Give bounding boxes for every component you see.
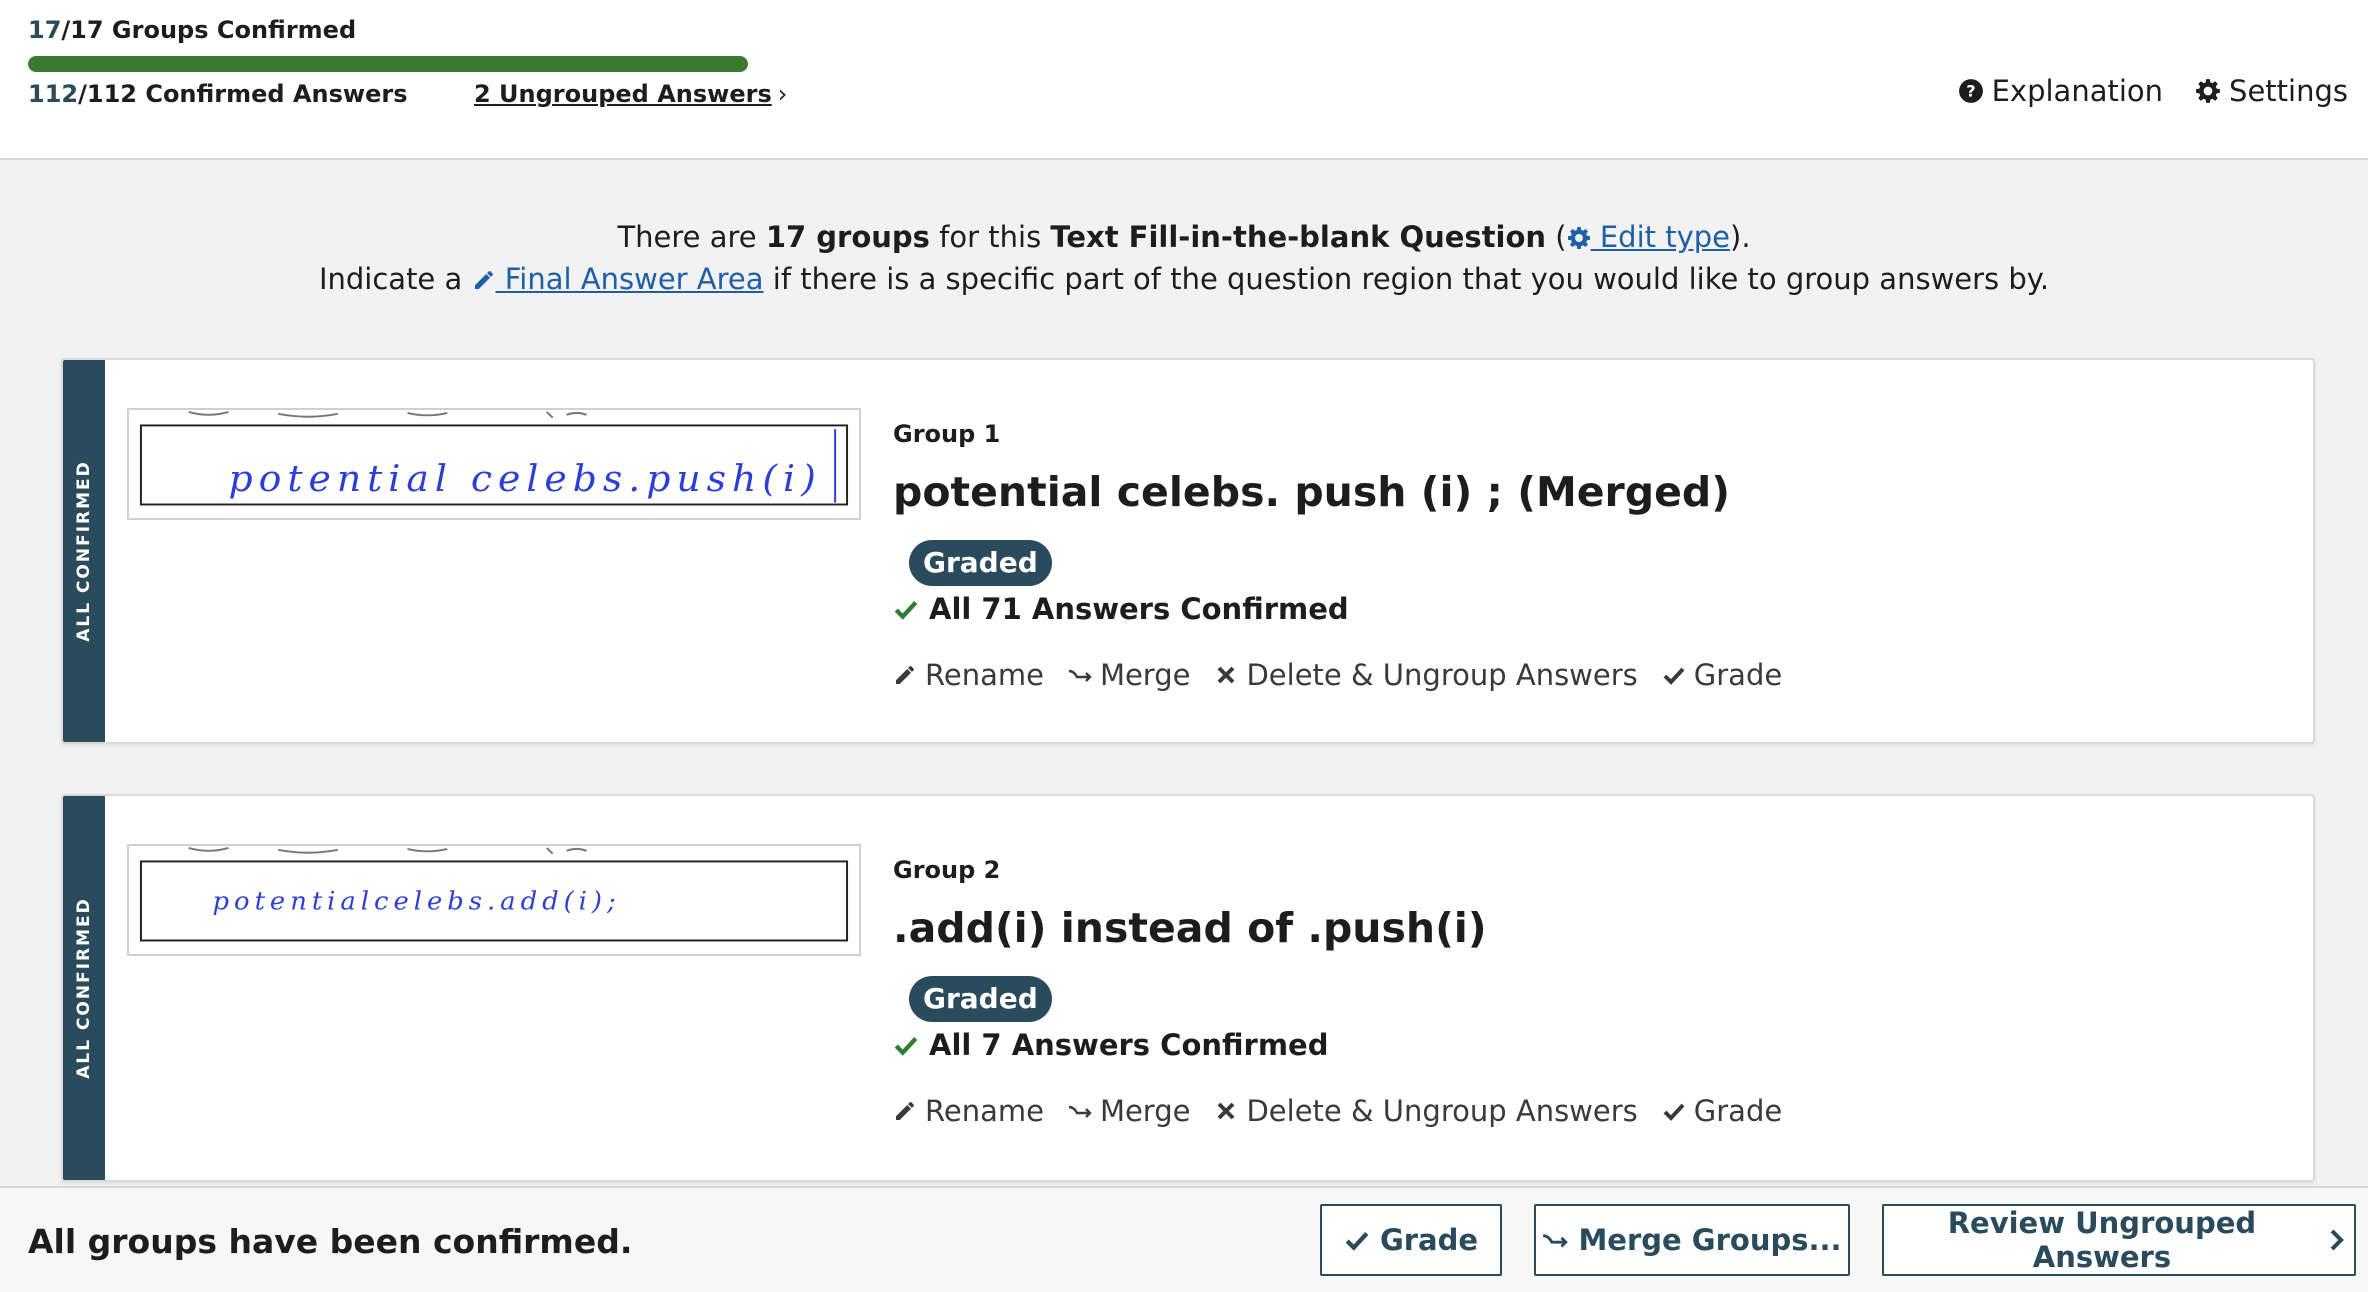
group-label: Group 1 xyxy=(893,420,1001,448)
merge-groups-label: Merge Groups... xyxy=(1578,1223,1842,1257)
status-label: ALL CONFIRMED xyxy=(74,897,94,1079)
intro-text-part: for this xyxy=(929,220,1051,254)
answers-confirmed-status: All 7 Answers Confirmed xyxy=(893,1028,1328,1062)
merge-icon xyxy=(1068,1105,1092,1118)
rename-label: Rename xyxy=(925,658,1044,692)
ungrouped-answers-link-label: 2 Ungrouped Answers xyxy=(474,80,772,108)
intro-text-part: ( xyxy=(1546,220,1567,254)
rename-button[interactable]: Rename xyxy=(893,1094,1044,1128)
final-answer-area-link[interactable]: Final Answer Area xyxy=(472,262,764,296)
merge-label: Merge xyxy=(1099,1094,1191,1128)
merge-groups-button[interactable]: Merge Groups... xyxy=(1534,1204,1850,1276)
group-actions: Rename Merge Delete & Ungroup Answers Gr… xyxy=(893,1094,1782,1128)
intro-text-part: if there is a specific part of the quest… xyxy=(763,262,2050,296)
footer-grade-button[interactable]: Grade xyxy=(1320,1204,1502,1276)
top-header: 17/17 Groups Confirmed 112/112 Confirmed… xyxy=(0,0,2368,160)
groups-confirmed-number: 17 xyxy=(28,16,62,44)
delete-ungroup-button[interactable]: Delete & Ungroup Answers xyxy=(1214,1094,1638,1128)
grade-label: Grade xyxy=(1693,658,1783,692)
pencil-icon xyxy=(896,666,914,684)
group-label: Group 2 xyxy=(893,856,1001,884)
chevron-right-icon xyxy=(2330,1229,2344,1251)
edit-type-label: Edit type xyxy=(1590,220,1731,254)
grade-button[interactable]: Grade xyxy=(1662,1094,1782,1128)
groups-progress-fill xyxy=(28,56,748,72)
handwriting-text: potentialcelebs.add(i); xyxy=(213,887,621,917)
checkmark-icon xyxy=(1663,1103,1685,1121)
answers-confirmed-label: /112 Confirmed Answers xyxy=(78,80,408,108)
checkmark-icon xyxy=(894,601,918,620)
merge-button[interactable]: Merge xyxy=(1068,658,1191,692)
confirmed-text: All 71 Answers Confirmed xyxy=(929,592,1349,626)
groups-confirmed-count: 17/17 Groups Confirmed xyxy=(28,16,356,44)
explanation-button[interactable]: ? Explanation xyxy=(1958,74,2163,108)
group-actions: Rename Merge Delete & Ungroup Answers Gr… xyxy=(893,658,1782,692)
edit-type-link[interactable]: Edit type xyxy=(1567,220,1730,254)
chevron-right-icon: › xyxy=(777,80,788,108)
final-answer-area-label: Final Answer Area xyxy=(495,262,764,296)
delete-ungroup-label: Delete & Ungroup Answers xyxy=(1246,1094,1638,1128)
question-type: Text Fill-in-the-blank Question xyxy=(1050,220,1547,254)
answer-thumbnail[interactable]: potential celebs.push(i) xyxy=(127,408,861,520)
settings-label: Settings xyxy=(2229,74,2348,108)
intro-text-part: There are xyxy=(617,220,766,254)
merge-label: Merge xyxy=(1099,658,1191,692)
gear-icon xyxy=(2196,79,2220,103)
answers-confirmed-number: 112 xyxy=(28,80,79,108)
rename-label: Rename xyxy=(925,1094,1044,1128)
review-ungrouped-label: Review Ungrouped Answers xyxy=(1947,1206,2257,1274)
intro-line-2: Indicate a Final Answer Area if there is… xyxy=(0,258,2368,300)
intro-line-1: There are 17 groups for this Text Fill-i… xyxy=(0,216,2368,258)
delete-ungroup-button[interactable]: Delete & Ungroup Answers xyxy=(1214,658,1638,692)
answers-confirmed-count: 112/112 Confirmed Answers xyxy=(28,80,407,108)
confirmed-text: All 7 Answers Confirmed xyxy=(929,1028,1329,1062)
svg-text:?: ? xyxy=(1966,81,1975,100)
merge-button[interactable]: Merge xyxy=(1068,1094,1191,1128)
merge-icon xyxy=(1068,669,1092,682)
groups-progress-bar xyxy=(28,56,748,72)
explanation-label: Explanation xyxy=(1991,74,2164,108)
close-icon xyxy=(1218,1102,1235,1120)
checkmark-icon xyxy=(1663,667,1685,685)
ungrouped-answers-link[interactable]: 2 Ungrouped Answers › xyxy=(474,80,787,108)
graded-badge: Graded xyxy=(909,976,1052,1022)
review-ungrouped-button[interactable]: Review Ungrouped Answers xyxy=(1882,1204,2356,1276)
grade-button[interactable]: Grade xyxy=(1662,658,1782,692)
merge-icon xyxy=(1543,1234,1569,1248)
handwriting-text: potential celebs.push(i) xyxy=(228,457,821,500)
status-label: ALL CONFIRMED xyxy=(74,460,94,642)
bottom-bar: All groups have been confirmed. Grade Me… xyxy=(0,1186,2368,1292)
confirmation-message: All groups have been confirmed. xyxy=(28,1222,633,1261)
handwriting-image: potential celebs.push(i) xyxy=(139,411,849,506)
footer-grade-label: Grade xyxy=(1379,1223,1479,1257)
checkmark-icon xyxy=(1345,1232,1369,1251)
group-title: .add(i) instead of .push(i) xyxy=(893,904,1487,952)
answer-thumbnail[interactable]: potentialcelebs.add(i); xyxy=(127,844,861,956)
group-card: ALL CONFIRMED potential celebs.push(i) G… xyxy=(61,358,2315,744)
checkmark-icon xyxy=(894,1037,918,1056)
intro-text: There are 17 groups for this Text Fill-i… xyxy=(0,216,2368,300)
grade-label: Grade xyxy=(1693,1094,1783,1128)
handwriting-image: potentialcelebs.add(i); xyxy=(139,847,849,942)
status-bar: ALL CONFIRMED xyxy=(63,360,105,742)
answers-confirmed-status: All 71 Answers Confirmed xyxy=(893,592,1349,626)
intro-text-part: ). xyxy=(1730,220,1751,254)
intro-text-part: Indicate a xyxy=(318,262,472,296)
settings-button[interactable]: Settings xyxy=(2195,74,2348,108)
gear-icon xyxy=(1567,227,1590,249)
rename-button[interactable]: Rename xyxy=(893,658,1044,692)
header-links: ? Explanation Settings xyxy=(1958,74,2348,108)
pencil-icon xyxy=(896,1102,914,1120)
graded-badge: Graded xyxy=(909,540,1052,586)
close-icon xyxy=(1218,666,1235,684)
groups-confirmed-label: /17 Groups Confirmed xyxy=(61,16,357,44)
group-count: 17 groups xyxy=(765,220,930,254)
delete-ungroup-label: Delete & Ungroup Answers xyxy=(1246,658,1638,692)
group-title: potential celebs. push (i) ; (Merged) xyxy=(893,468,1731,516)
group-card: ALL CONFIRMED potentialcelebs.add(i); Gr… xyxy=(61,794,2315,1182)
pencil-icon xyxy=(474,271,493,289)
status-bar: ALL CONFIRMED xyxy=(63,796,105,1180)
question-circle-icon: ? xyxy=(1958,79,1983,103)
